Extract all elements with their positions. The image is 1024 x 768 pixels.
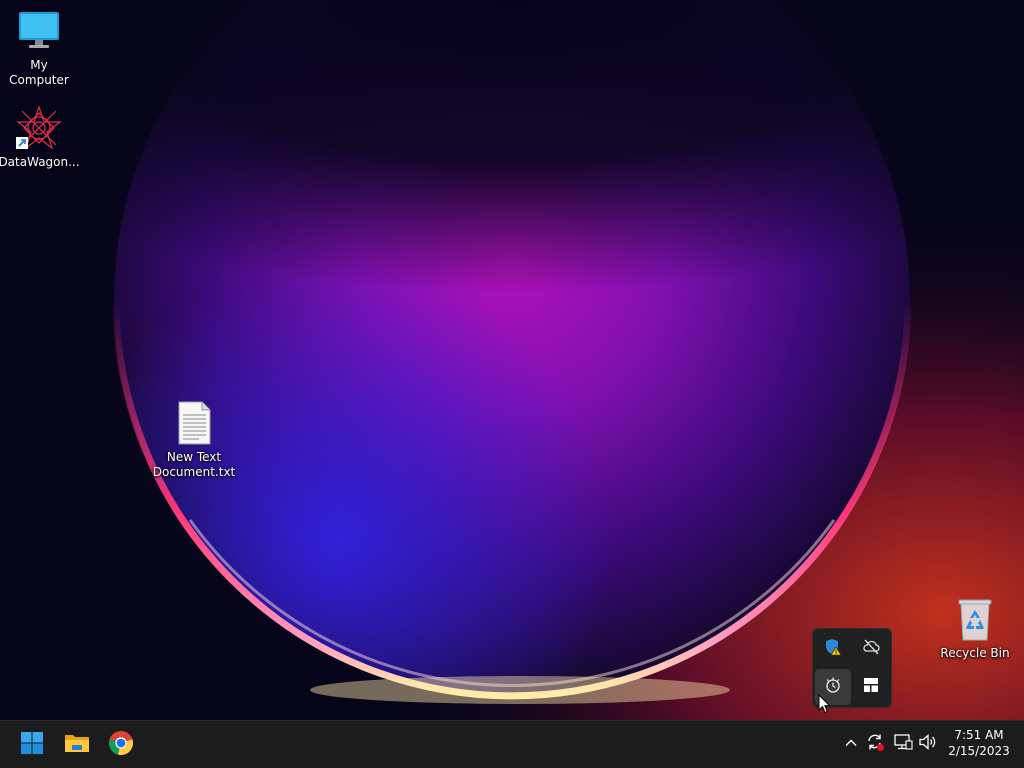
text-document-icon <box>171 400 217 446</box>
clock-date: 2/15/2023 <box>948 744 1010 758</box>
flyout-item-app[interactable] <box>853 669 889 705</box>
file-explorer-icon <box>64 731 90 759</box>
chrome-icon <box>108 730 134 760</box>
datawagon-logo-icon <box>16 105 62 151</box>
volume-icon <box>918 732 938 756</box>
desktop-icon-new-text-document[interactable]: New Text Document.txt <box>152 400 236 480</box>
network-button[interactable] <box>892 733 914 755</box>
sync-alert-icon <box>865 732 885 756</box>
start-button[interactable] <box>12 725 52 765</box>
chevron-up-icon <box>844 735 858 754</box>
desktop: My Computer DataWagon... New Text Docume… <box>0 0 1024 720</box>
file-explorer-button[interactable] <box>57 725 97 765</box>
grid-app-icon <box>862 676 880 698</box>
windows-start-icon <box>20 731 44 759</box>
chrome-button[interactable] <box>101 725 141 765</box>
clock-time: 7:51 AM <box>954 728 1004 742</box>
show-hidden-icons-button[interactable] <box>840 733 862 755</box>
flyout-item-cloud[interactable] <box>853 631 889 667</box>
desktop-icon-label: DataWagon... <box>0 155 80 169</box>
desktop-icon-label: My Computer <box>9 58 69 87</box>
volume-button[interactable] <box>917 733 939 755</box>
mouse-cursor-icon <box>818 694 831 714</box>
taskbar-clock[interactable]: 7:51 AM 2/15/2023 <box>942 727 1016 759</box>
desktop-icon-my-computer[interactable]: My Computer <box>0 8 79 88</box>
network-icon <box>893 732 913 756</box>
monitor-icon <box>16 8 62 54</box>
wallpaper-bloom <box>0 0 1024 720</box>
security-warning-icon <box>824 638 842 660</box>
taskbar: 7:51 AM 2/15/2023 <box>0 720 1024 768</box>
desktop-icon-recycle-bin[interactable]: Recycle Bin <box>935 596 1015 661</box>
flyout-item-security[interactable] <box>815 631 851 667</box>
desktop-icon-label: New Text Document.txt <box>152 450 236 479</box>
cloud-offline-icon <box>862 638 880 660</box>
desktop-icon-datawagon[interactable]: DataWagon... <box>0 105 80 170</box>
recycle-bin-icon <box>952 596 998 642</box>
tray-sync-button[interactable] <box>864 733 886 755</box>
desktop-icon-label: Recycle Bin <box>940 646 1010 660</box>
